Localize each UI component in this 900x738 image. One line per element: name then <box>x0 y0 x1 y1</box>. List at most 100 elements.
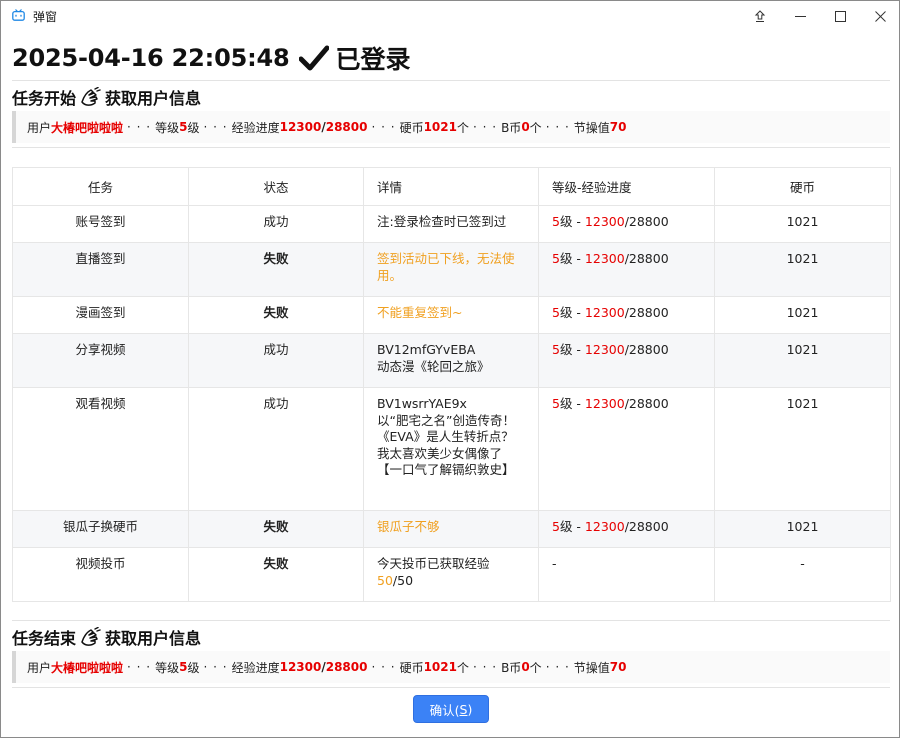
separator: · · · <box>371 660 396 674</box>
level-value: 5 <box>552 305 560 320</box>
level-exp-cell: 5级 - 12300/28800 <box>538 510 715 548</box>
level-exp-text: - <box>552 556 557 571</box>
coin-count: 1021 <box>423 660 457 674</box>
exp-value: 12300 <box>584 519 625 534</box>
label-exp: 经验进度 <box>231 660 280 675</box>
task-name-cell: 银瓜子换硬币 <box>12 510 189 548</box>
task-name-cell: 直播签到 <box>12 242 189 297</box>
detail-text: 注:登录检查时已签到过 <box>377 214 507 229</box>
task-status-cell: 成功 <box>188 205 364 243</box>
label-coin: 硬币 <box>399 120 424 135</box>
close-button[interactable] <box>860 1 900 32</box>
level-exp-cell: 5级 - 12300/28800 <box>538 205 715 243</box>
detail-text: 银瓜子不够 <box>377 519 440 534</box>
task-detail-cell: 注:登录检查时已签到过 <box>363 205 539 243</box>
confirm-shortcut-key: S <box>459 701 468 717</box>
user-level: 5 <box>179 120 188 134</box>
column-header: 等级-经验进度 <box>538 167 715 206</box>
task-detail-cell: 签到活动已下线，无法使用。 <box>363 242 539 297</box>
task-detail-cell: BV12mfGYvEBA 动态漫《轮回之旅》 <box>363 333 539 388</box>
coin-count: 1021 <box>423 120 457 134</box>
divider <box>12 687 890 688</box>
bcoin-unit: 个 <box>529 120 542 135</box>
label-user: 用户 <box>27 120 52 135</box>
task-detail-cell: 银瓜子不够 <box>363 510 539 548</box>
column-header: 硬币 <box>714 167 891 206</box>
exp-total: /28800 <box>624 251 669 266</box>
level-exp-cell: 5级 - 12300/28800 <box>538 333 715 388</box>
exp-current: 12300 <box>279 120 322 134</box>
exp-total: /28800 <box>624 342 669 357</box>
separator: · · · <box>545 120 570 134</box>
bcoin-unit: 个 <box>529 660 542 675</box>
label-level: 等级 <box>155 120 180 135</box>
separator: · · · <box>203 120 228 134</box>
label-morality: 节操值 <box>573 660 610 675</box>
label-morality: 节操值 <box>573 120 610 135</box>
exp-total: /28800 <box>624 214 669 229</box>
column-header: 任务 <box>12 167 189 206</box>
label-exp: 经验进度 <box>231 120 280 135</box>
level-value: 5 <box>552 396 560 411</box>
exp-total: /28800 <box>624 519 669 534</box>
detail-exp-value: 50 <box>377 572 393 588</box>
checkmark-icon <box>299 45 330 71</box>
column-header: 详情 <box>363 167 539 206</box>
page-heading: 2025-04-16 22:05:48 已登录 <box>12 41 410 75</box>
confirm-button[interactable]: 确认(S) <box>413 695 489 723</box>
level-unit: 级 - <box>559 519 585 534</box>
level-exp-cell: 5级 - 12300/28800 <box>538 296 715 334</box>
task-status-cell: 失败 <box>188 242 364 297</box>
title-bar[interactable]: 弹窗 <box>1 1 899 32</box>
minimize-icon <box>794 16 806 17</box>
morality-value: 70 <box>609 120 627 134</box>
level-unit: 级 - <box>559 396 585 411</box>
separator: · · · <box>473 660 498 674</box>
level-exp-cell: - <box>538 547 715 602</box>
section-start-prefix: 任务开始 <box>12 89 77 108</box>
user-info-start: 用户 大椿吧啦啦啦 · · · 等级 5 级 · · · 经验进度 12300 … <box>12 111 890 143</box>
task-table: 任务 状态 详情 等级-经验进度 硬币 账号签到 成功 注:登录检查时已签到过 5级 … <box>12 167 891 602</box>
level-exp-cell: 5级 - 12300/28800 <box>538 387 715 511</box>
confirm-label: 确认( <box>429 702 460 718</box>
coin-cell: 1021 <box>714 205 891 243</box>
bcoin-count: 0 <box>521 120 530 134</box>
level-unit: 级 <box>187 120 200 135</box>
close-icon <box>874 11 886 22</box>
level-exp-cell: 5级 - 12300/28800 <box>538 242 715 297</box>
label-coin: 硬币 <box>399 660 424 675</box>
task-status-cell: 失败 <box>188 547 364 602</box>
task-name-cell: 视频投币 <box>12 547 189 602</box>
task-status-cell: 成功 <box>188 387 364 511</box>
level-value: 5 <box>552 519 560 534</box>
pin-icon <box>754 10 766 22</box>
maximize-button[interactable] <box>820 1 860 32</box>
section-end-title: 任务结束 获取用户信息 <box>12 626 201 648</box>
coin-cell: - <box>714 547 891 602</box>
detail-text: 不能重复签到~ <box>377 305 463 320</box>
login-status: 已登录 <box>335 45 411 74</box>
table-row: 直播签到 失败 签到活动已下线，无法使用。 5级 - 12300/28800 1021 <box>12 242 891 297</box>
datetime: 2025-04-16 22:05:48 <box>12 44 290 72</box>
level-value: 5 <box>552 342 560 357</box>
divider <box>12 620 890 621</box>
coin-unit: 个 <box>456 120 469 135</box>
separator: · · · <box>371 120 396 134</box>
exp-current: 12300 <box>279 660 322 674</box>
table-row: 账号签到 成功 注:登录检查时已签到过 5级 - 12300/28800 1021 <box>12 205 891 243</box>
separator: · · · <box>127 120 152 134</box>
coin-cell: 1021 <box>714 242 891 297</box>
table-row: 观看视频 成功 BV1wsrrYAE9x 以“肥宅之名”创造传奇！《EVA》是人生转… <box>12 387 891 511</box>
pin-button[interactable] <box>740 1 780 32</box>
task-status-cell: 失败 <box>188 510 364 548</box>
section-start-title: 任务开始 获取用户信息 <box>12 86 201 108</box>
detail-text: BV12mfGYvEBA 动态漫《轮回之旅》 <box>377 342 490 374</box>
table-row: 分享视频 成功 BV12mfGYvEBA 动态漫《轮回之旅》 5级 - 12300/2… <box>12 333 891 388</box>
detail-exp-total: /50 <box>392 572 414 588</box>
task-status-cell: 成功 <box>188 333 364 388</box>
waving-hand-icon <box>81 87 101 106</box>
task-name-cell: 分享视频 <box>12 333 189 388</box>
morality-value: 70 <box>609 660 627 674</box>
minimize-button[interactable] <box>780 1 820 32</box>
task-detail-cell: 不能重复签到~ <box>363 296 539 334</box>
